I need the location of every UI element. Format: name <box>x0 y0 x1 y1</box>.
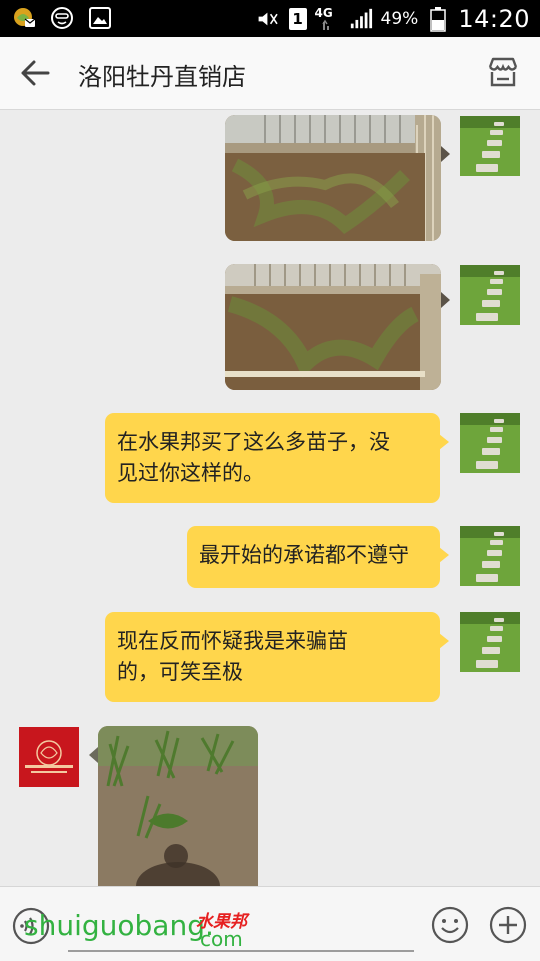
sim-indicator: 1 <box>288 7 307 30</box>
emoji-button[interactable] <box>431 906 469 944</box>
mute-icon <box>257 7 281 31</box>
store-button[interactable] <box>486 55 520 89</box>
stone-path-avatar <box>460 612 520 672</box>
watermark-tld: com <box>200 927 243 951</box>
stone-path-avatar <box>460 526 520 586</box>
my-avatar[interactable] <box>460 612 520 672</box>
input-bar: shuiguobang. 水果邦 com <box>0 886 540 961</box>
seedling-photo <box>98 726 258 886</box>
store-icon <box>488 57 518 87</box>
back-button[interactable] <box>18 57 54 89</box>
stone-path-avatar <box>460 413 520 473</box>
message-bubble[interactable]: 在水果邦买了这么多苗子，没 见过你这样的。 <box>105 413 449 503</box>
status-bar: 1 4G 49% 14:20 <box>0 0 540 37</box>
my-avatar[interactable] <box>460 265 520 325</box>
stone-path-avatar <box>460 265 520 325</box>
watermark-domain: shuiguobang. <box>24 909 214 942</box>
garden-photo <box>225 115 441 241</box>
message-image[interactable] <box>98 726 258 886</box>
garden-photo <box>225 264 441 390</box>
message-input[interactable] <box>68 950 414 952</box>
network-indicator: 4G <box>315 6 341 32</box>
signal-icon <box>349 7 373 31</box>
message-bubble[interactable]: 现在反而怀疑我是来骗苗 的，可笑至极 <box>105 612 449 702</box>
message-image[interactable] <box>225 264 441 390</box>
chat-header: 洛阳牡丹直销店 <box>0 37 540 110</box>
message-list[interactable]: 在水果邦买了这么多苗子，没 见过你这样的。 最开始的承诺都不遵守 现在反而怀疑我… <box>0 110 540 886</box>
battery-icon <box>426 6 450 32</box>
stone-path-avatar <box>460 116 520 176</box>
page-title: 洛阳牡丹直销店 <box>78 63 246 91</box>
my-avatar[interactable] <box>460 413 520 473</box>
message-image[interactable] <box>225 115 441 241</box>
clock: 14:20 <box>458 4 530 33</box>
store-avatar[interactable] <box>19 727 79 787</box>
peony-store-logo <box>19 727 79 787</box>
app-notification-icon <box>12 6 36 30</box>
message-bubble[interactable]: 最开始的承诺都不遵守 <box>187 526 449 588</box>
arrow-left-icon <box>21 60 50 86</box>
smiley-icon <box>431 906 469 944</box>
more-button[interactable] <box>489 906 527 944</box>
my-avatar[interactable] <box>460 526 520 586</box>
gallery-icon <box>88 6 112 30</box>
plus-icon <box>489 906 527 944</box>
face-icon <box>50 6 74 30</box>
battery-percent: 49% <box>380 8 419 29</box>
my-avatar[interactable] <box>460 116 520 176</box>
